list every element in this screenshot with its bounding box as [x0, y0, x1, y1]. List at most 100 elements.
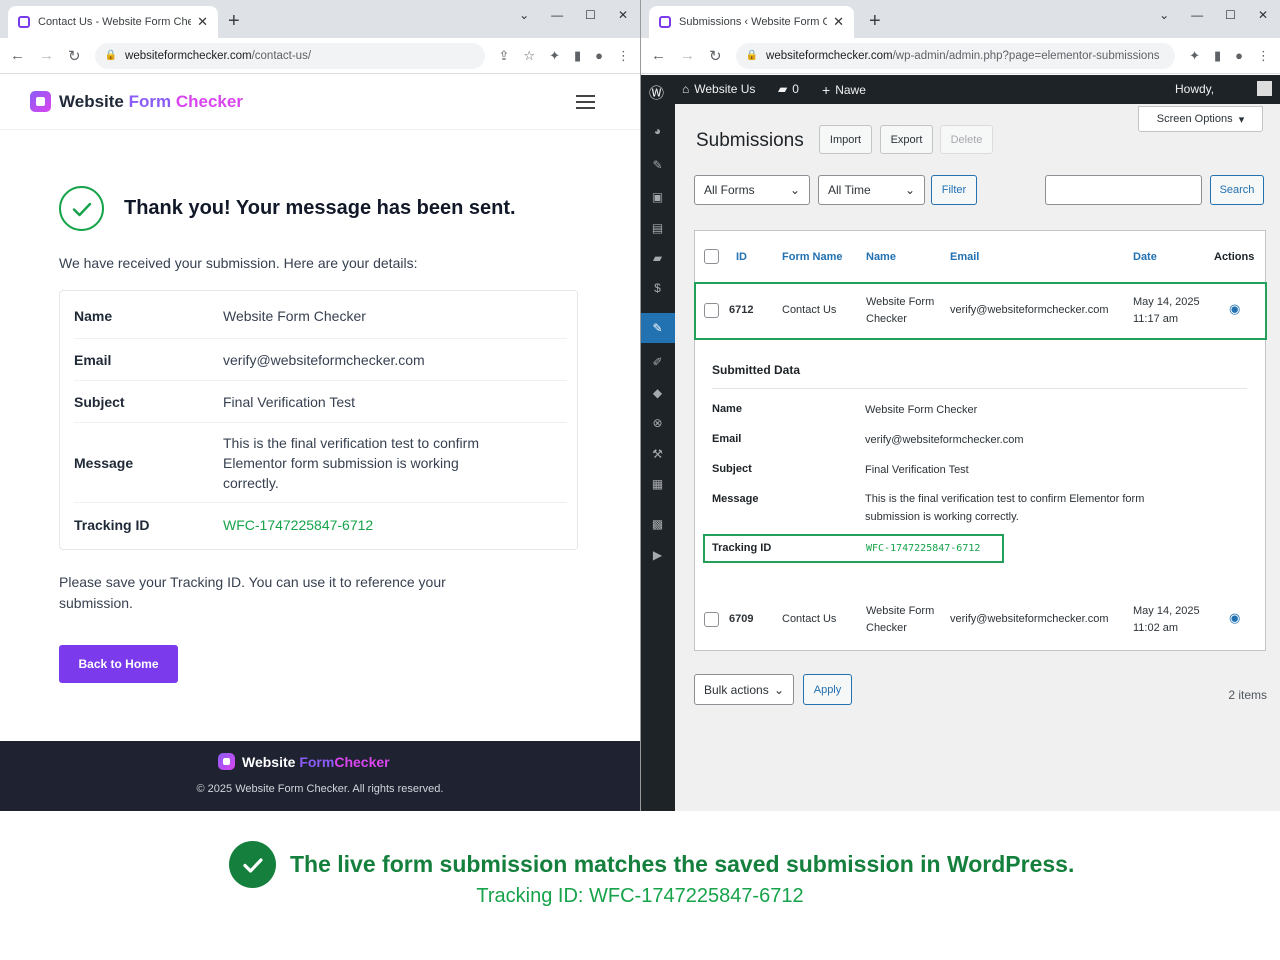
hamburger-menu-icon[interactable]: [576, 95, 595, 113]
close-tab-icon[interactable]: ✕: [197, 14, 208, 30]
play-icon[interactable]: ▶: [650, 548, 665, 562]
column-form-name[interactable]: Form Name: [782, 251, 843, 263]
forward-icon[interactable]: →: [680, 47, 695, 64]
forms-filter-select[interactable]: All Forms ⌄: [694, 175, 810, 205]
wordpress-logo-icon[interactable]: Ⓦ: [649, 82, 664, 103]
settings-grid-icon[interactable]: ▦: [650, 477, 665, 491]
tab-search-icon[interactable]: ⌄: [1159, 8, 1169, 22]
forward-icon[interactable]: →: [39, 47, 54, 64]
row-checkbox[interactable]: [704, 612, 719, 627]
new-content-link[interactable]: + Nawe: [822, 82, 866, 98]
export-button[interactable]: Export: [880, 125, 933, 154]
detail-row-email: Email verify@websiteformchecker.com: [74, 339, 567, 381]
url-domain: websiteformchecker.com: [766, 49, 893, 62]
url-field[interactable]: 🔒 websiteformchecker.com/wp-admin/admin.…: [735, 42, 1176, 69]
view-eye-icon[interactable]: ◉: [1229, 301, 1240, 317]
browser-window-right: Submissions ‹ Website Form Chec ✕ + ⌄ — …: [641, 0, 1280, 811]
import-button[interactable]: Import: [819, 125, 872, 154]
site-name-link[interactable]: ⌂ Website Us: [682, 82, 755, 96]
search-input[interactable]: [1045, 175, 1202, 205]
column-id[interactable]: ID: [736, 251, 747, 263]
submitted-value-subject: Final Verification Test: [865, 464, 969, 476]
copyright-text: © 2025 Website Form Checker. All rights …: [196, 783, 444, 795]
extensions-icon[interactable]: ✦: [1189, 48, 1200, 64]
row-date: May 14, 2025: [1133, 296, 1200, 308]
profile-icon[interactable]: ●: [1235, 48, 1243, 64]
back-to-home-button[interactable]: Back to Home: [59, 645, 178, 683]
maximize-icon[interactable]: ☐: [585, 8, 596, 22]
mc-icon[interactable]: ▩: [650, 517, 665, 531]
browser-tab[interactable]: Submissions ‹ Website Form Chec ✕: [649, 6, 854, 38]
success-message: Thank you! Your message has been sent.: [59, 186, 516, 231]
tab-strip: Contact Us - Website Form Chec ✕ + ⌄ — ☐…: [0, 0, 640, 38]
url-field[interactable]: 🔒 websiteformchecker.com/contact-us/: [94, 42, 485, 69]
delete-button[interactable]: Delete: [940, 125, 993, 154]
dashboard-icon[interactable]: ◕: [650, 124, 665, 138]
menu-icon[interactable]: ⋮: [1257, 48, 1270, 64]
column-actions: Actions: [1214, 251, 1255, 263]
new-tab-icon[interactable]: +: [869, 10, 881, 33]
pin-icon[interactable]: ✎: [650, 158, 665, 172]
plugins-icon[interactable]: ⊗: [650, 416, 665, 430]
lock-icon: 🔒: [104, 50, 118, 61]
new-tab-icon[interactable]: +: [228, 10, 240, 33]
home-icon: ⌂: [682, 82, 690, 96]
sidepanel-icon[interactable]: ▮: [1214, 48, 1221, 64]
thanks-title: Thank you! Your message has been sent.: [124, 197, 516, 219]
brand-name[interactable]: Website Form Checker: [59, 92, 243, 112]
minimize-icon[interactable]: —: [551, 8, 563, 22]
caption-tracking-id: Tracking ID: WFC-1747225847-6712: [476, 885, 804, 907]
appearance-icon[interactable]: ◆: [650, 386, 665, 400]
submitted-value-email: verify@websiteformchecker.com: [865, 434, 1024, 446]
howdy-user[interactable]: Howdy,: [1175, 82, 1214, 96]
close-window-icon[interactable]: ✕: [1258, 8, 1268, 22]
view-eye-icon[interactable]: ◉: [1229, 610, 1240, 626]
search-button[interactable]: Search: [1210, 175, 1264, 205]
submitted-label-message: Message: [712, 493, 759, 505]
detail-row-name: Name Website Form Checker: [74, 293, 567, 339]
chevron-down-icon: ⌄: [773, 682, 784, 697]
reload-icon[interactable]: ↻: [709, 47, 722, 65]
profile-icon[interactable]: ●: [595, 48, 603, 64]
star-icon[interactable]: ☆: [523, 48, 535, 64]
time-filter-select[interactable]: All Time ⌄: [818, 175, 925, 205]
bulk-actions-select[interactable]: Bulk actions ⌄: [694, 674, 794, 705]
extensions-icon[interactable]: ✦: [549, 48, 560, 64]
column-name[interactable]: Name: [866, 251, 896, 263]
filter-button[interactable]: Filter: [931, 175, 977, 205]
brand-logo-icon: [30, 91, 51, 112]
back-icon[interactable]: ←: [651, 47, 666, 64]
reload-icon[interactable]: ↻: [68, 47, 81, 65]
column-email[interactable]: Email: [950, 251, 979, 263]
window-controls: ⌄ — ☐ ✕: [1159, 8, 1268, 22]
share-icon[interactable]: ⇪: [499, 48, 510, 64]
row-id: 6712: [729, 304, 754, 316]
browser-tab[interactable]: Contact Us - Website Form Chec ✕: [8, 6, 218, 38]
dollar-icon[interactable]: $: [650, 281, 665, 295]
pages-icon[interactable]: ▤: [650, 221, 665, 235]
footer-brand[interactable]: Website Form Checker: [218, 753, 390, 770]
back-icon[interactable]: ←: [10, 47, 25, 64]
tab-search-icon[interactable]: ⌄: [519, 8, 529, 22]
tools-icon[interactable]: ✐: [650, 355, 665, 369]
media-icon[interactable]: ▣: [650, 190, 665, 204]
column-date[interactable]: Date: [1133, 251, 1157, 263]
submissions-pin-icon[interactable]: ✎: [650, 321, 665, 335]
close-tab-icon[interactable]: ✕: [833, 14, 844, 30]
minimize-icon[interactable]: —: [1191, 8, 1203, 22]
user-avatar[interactable]: [1257, 81, 1272, 96]
wrench-icon[interactable]: ⚒: [650, 447, 665, 461]
apply-button[interactable]: Apply: [803, 674, 852, 705]
row-checkbox[interactable]: [704, 303, 719, 318]
detail-row-subject: Subject Final Verification Test: [74, 381, 567, 423]
row-name-line1: Website Form: [866, 605, 935, 617]
comments-icon[interactable]: ▰: [650, 251, 665, 265]
screen-options-button[interactable]: Screen Options ▾: [1138, 106, 1263, 132]
close-window-icon[interactable]: ✕: [618, 8, 628, 22]
sidepanel-icon[interactable]: ▮: [574, 48, 581, 64]
maximize-icon[interactable]: ☐: [1225, 8, 1236, 22]
select-all-checkbox[interactable]: [704, 249, 719, 264]
comments-link[interactable]: ▰ 0: [778, 82, 799, 96]
chevron-down-icon: ⌄: [789, 183, 800, 197]
menu-icon[interactable]: ⋮: [617, 48, 630, 64]
